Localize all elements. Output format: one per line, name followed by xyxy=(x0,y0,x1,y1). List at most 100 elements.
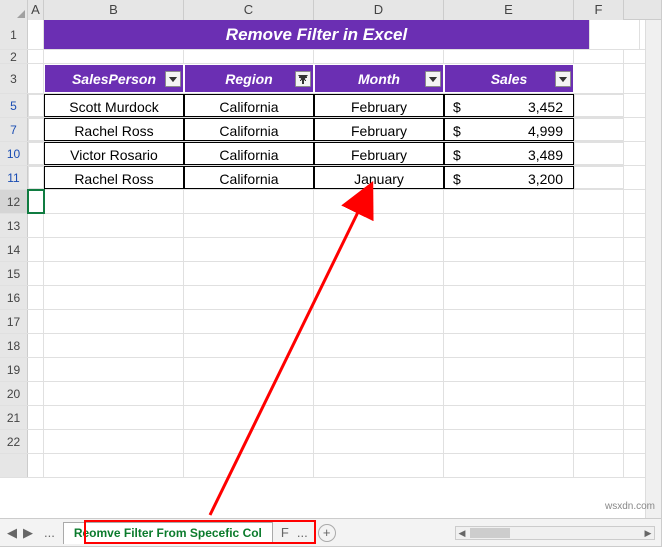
filter-button-salesperson[interactable] xyxy=(165,71,181,87)
cell[interactable] xyxy=(184,262,314,285)
cell[interactable] xyxy=(314,406,444,429)
select-all-corner[interactable] xyxy=(0,0,28,20)
header-region[interactable]: Region xyxy=(184,64,314,93)
cell[interactable] xyxy=(444,334,574,357)
cell[interactable] xyxy=(28,238,44,261)
cell[interactable] xyxy=(44,214,184,237)
cell-A5[interactable] xyxy=(28,94,44,117)
cell[interactable] xyxy=(444,286,574,309)
cell-person[interactable]: Victor Rosario xyxy=(44,142,184,165)
tab-next-button[interactable]: ▶ xyxy=(20,523,36,543)
cell-E12[interactable] xyxy=(444,190,574,213)
cell-F10[interactable] xyxy=(574,142,624,165)
cell[interactable] xyxy=(44,454,184,477)
cell-B2[interactable] xyxy=(44,50,184,63)
cell[interactable] xyxy=(184,454,314,477)
cell-A11[interactable] xyxy=(28,166,44,189)
cell[interactable] xyxy=(314,310,444,333)
cell-F2[interactable] xyxy=(574,50,624,63)
cell-sales[interactable]: $3,489 xyxy=(444,142,574,165)
filter-button-month[interactable] xyxy=(425,71,441,87)
cell[interactable] xyxy=(44,430,184,453)
scroll-right-icon[interactable]: ▶ xyxy=(642,527,654,539)
cell[interactable] xyxy=(444,358,574,381)
cell[interactable] xyxy=(314,334,444,357)
cell-D12[interactable] xyxy=(314,190,444,213)
tab-more-right[interactable]: ... xyxy=(297,525,308,540)
row-header-17[interactable]: 17 xyxy=(0,310,28,333)
row-header-15[interactable]: 15 xyxy=(0,262,28,285)
cell[interactable] xyxy=(444,214,574,237)
cell-F7[interactable] xyxy=(574,118,624,141)
cell-region[interactable]: California xyxy=(184,142,314,165)
cell-B12[interactable] xyxy=(44,190,184,213)
row-header-13[interactable]: 13 xyxy=(0,214,28,237)
col-header-C[interactable]: C xyxy=(184,0,314,20)
cell[interactable] xyxy=(574,382,624,405)
cell-month[interactable]: February xyxy=(314,94,444,117)
row-header[interactable]: 11 xyxy=(0,166,28,189)
row-header-18[interactable]: 18 xyxy=(0,334,28,357)
cell[interactable] xyxy=(314,358,444,381)
cell[interactable] xyxy=(444,262,574,285)
cell[interactable] xyxy=(28,214,44,237)
sheet-tab-active[interactable]: Reomve Filter From Specefic Col xyxy=(63,522,273,544)
cell-F11[interactable] xyxy=(574,166,624,189)
cell[interactable] xyxy=(184,286,314,309)
row-header[interactable]: 10 xyxy=(0,142,28,165)
row-header-extra[interactable] xyxy=(0,454,28,477)
cell[interactable] xyxy=(314,430,444,453)
cell[interactable] xyxy=(184,214,314,237)
cell-month[interactable]: February xyxy=(314,118,444,141)
cell[interactable] xyxy=(28,334,44,357)
sheet-tab-partial[interactable]: F xyxy=(277,525,293,540)
cell-person[interactable]: Rachel Ross xyxy=(44,118,184,141)
header-salesperson[interactable]: SalesPerson xyxy=(44,64,184,93)
row-header-16[interactable]: 16 xyxy=(0,286,28,309)
header-month[interactable]: Month xyxy=(314,64,444,93)
row-header-21[interactable]: 21 xyxy=(0,406,28,429)
cell[interactable] xyxy=(44,310,184,333)
cell[interactable] xyxy=(44,358,184,381)
header-sales[interactable]: Sales xyxy=(444,64,574,93)
cell-F5[interactable] xyxy=(574,94,624,117)
cell[interactable] xyxy=(44,262,184,285)
cell[interactable] xyxy=(28,406,44,429)
cell[interactable] xyxy=(44,238,184,261)
vertical-scrollbar[interactable] xyxy=(645,20,661,518)
cell-month[interactable]: February xyxy=(314,142,444,165)
cell[interactable] xyxy=(44,334,184,357)
cell[interactable] xyxy=(28,358,44,381)
cell[interactable] xyxy=(28,454,44,477)
title-cell[interactable]: Remove Filter in Excel xyxy=(44,20,590,49)
cell[interactable] xyxy=(314,214,444,237)
cell[interactable] xyxy=(314,286,444,309)
cell[interactable] xyxy=(574,454,624,477)
cell[interactable] xyxy=(444,238,574,261)
cell[interactable] xyxy=(574,358,624,381)
cell-D2[interactable] xyxy=(314,50,444,63)
row-header-3[interactable]: 3 xyxy=(0,64,28,93)
cell-A3[interactable] xyxy=(28,64,44,93)
cell[interactable] xyxy=(184,238,314,261)
cell[interactable] xyxy=(28,382,44,405)
row-header-12[interactable]: 12 xyxy=(0,190,28,213)
tab-prev-button[interactable]: ◀ xyxy=(4,523,20,543)
row-header-1[interactable]: 1 xyxy=(0,20,28,49)
cell[interactable] xyxy=(444,406,574,429)
col-header-B[interactable]: B xyxy=(44,0,184,20)
cell[interactable] xyxy=(444,430,574,453)
cell[interactable] xyxy=(444,382,574,405)
scroll-thumb[interactable] xyxy=(470,528,510,538)
cell[interactable] xyxy=(574,214,624,237)
cell-person[interactable]: Rachel Ross xyxy=(44,166,184,189)
selected-cell-A12[interactable] xyxy=(28,190,44,213)
cell-region[interactable]: California xyxy=(184,94,314,117)
cell-A2[interactable] xyxy=(28,50,44,63)
cell[interactable] xyxy=(574,262,624,285)
cell[interactable] xyxy=(574,286,624,309)
col-header-F[interactable]: F xyxy=(574,0,624,20)
cell[interactable] xyxy=(44,382,184,405)
cell[interactable] xyxy=(44,406,184,429)
cell[interactable] xyxy=(28,430,44,453)
